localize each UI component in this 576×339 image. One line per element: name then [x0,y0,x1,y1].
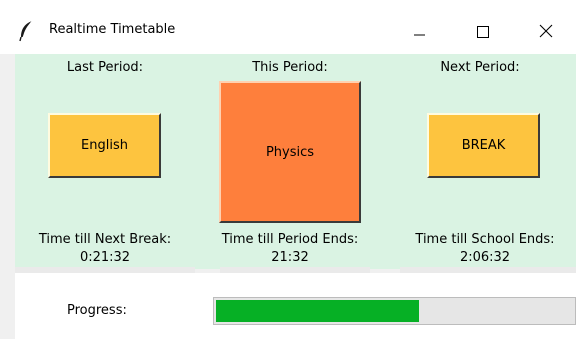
next-break-label: Time till Next Break: [38,232,172,247]
progress-bar [213,297,576,325]
next-period-heading: Next Period: [440,60,520,75]
close-button[interactable] [522,14,568,50]
period-end-countdown: 21:32 [271,250,309,265]
timetable-panel: Last Period: This Period: Next Period: E… [15,54,576,269]
period-end-label: Time till Period Ends: [221,232,359,247]
last-period-heading: Last Period: [66,60,144,75]
progress-label: Progress: [67,303,127,318]
school-end-countdown: 2:06:32 [459,250,511,265]
minimize-button[interactable] [396,14,442,50]
title-bar[interactable]: Realtime Timetable [0,0,576,54]
maximize-button[interactable] [459,14,505,50]
this-period-heading: This Period: [252,60,328,75]
last-period-subject: English [48,113,161,178]
maximize-icon [477,26,489,38]
next-period-subject: BREAK [427,113,540,178]
close-icon [539,24,553,38]
minimize-icon [414,34,425,36]
school-end-label: Time till School Ends: [415,232,555,247]
next-break-countdown: 0:21:32 [79,250,131,265]
this-period-subject: Physics [219,81,361,223]
feather-icon [18,20,36,42]
progress-fill [216,300,419,322]
progress-panel: Progress: [15,273,576,339]
window-title: Realtime Timetable [49,22,176,37]
app-window: Realtime Timetable Last Period: This Per… [0,0,576,339]
